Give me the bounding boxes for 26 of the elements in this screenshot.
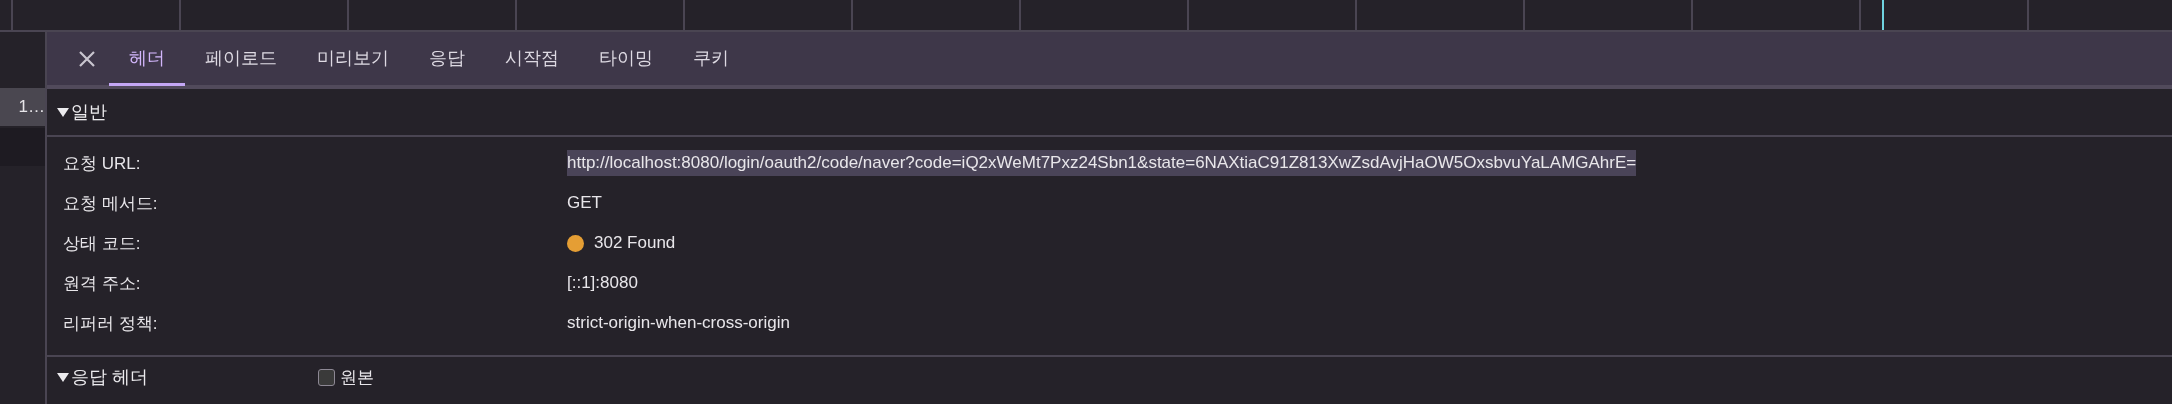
tab[interactable]: 타이밍: [579, 32, 673, 86]
field-value: GET: [567, 192, 602, 214]
close-icon: [78, 49, 96, 68]
field-value: [::1]:8080: [567, 272, 638, 294]
section-title: 일반: [71, 101, 107, 124]
section-header[interactable]: 응답 헤더: [47, 365, 148, 389]
tab[interactable]: 쿠키: [673, 32, 749, 86]
field-value: 302 Found: [594, 232, 676, 254]
tab[interactable]: 페이로드: [185, 32, 297, 86]
time-marker: [1882, 0, 1884, 30]
tab[interactable]: 미리보기: [297, 32, 409, 86]
field-label: 원격 주소:: [63, 272, 142, 295]
request-row[interactable]: 1…: [0, 88, 45, 126]
field-label: 요청 URL:: [63, 152, 142, 175]
field-label: 요청 메서드:: [63, 192, 159, 215]
section-title: 응답 헤더: [71, 366, 148, 389]
raw-checkbox[interactable]: 원본: [318, 365, 374, 389]
field-label: 상태 코드:: [63, 232, 142, 255]
checkbox-label: 원본: [340, 366, 374, 389]
tab[interactable]: 응답: [409, 32, 485, 86]
field-label: 리퍼러 정책:: [63, 312, 159, 335]
field-value: http://localhost:8080/login/oauth2/code/naver?code=iQ2xWeMt7Pxz24Sbn1&state=6NAXtiaC91Z813XwZsdAvjHaOW5OxsbvuYaLAMGAhrE=: [567, 150, 1637, 176]
tab[interactable]: 시작점: [485, 32, 579, 86]
tab[interactable]: 헤더: [109, 32, 185, 86]
section-header[interactable]: 일반: [47, 100, 107, 124]
field-value: strict-origin-when-cross-origin: [567, 312, 790, 334]
